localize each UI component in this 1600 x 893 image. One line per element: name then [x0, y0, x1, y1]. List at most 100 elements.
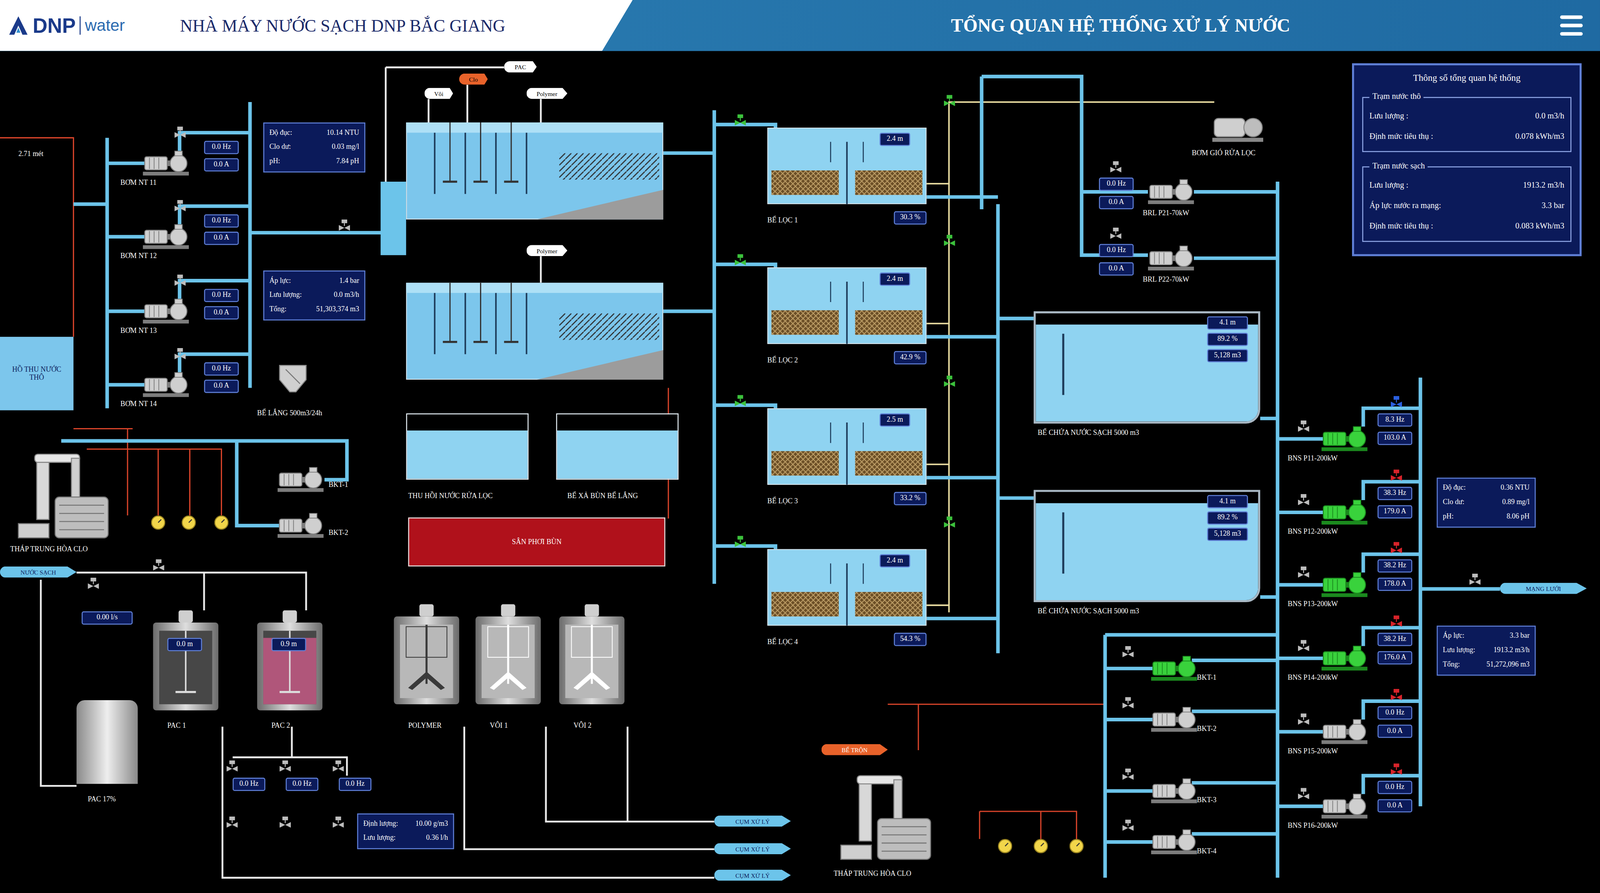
valve-icon[interactable] — [944, 234, 956, 246]
summary-row: Định mức tiêu thụ :0.078 kWh/m3 — [1369, 132, 1564, 141]
readout: 30.3 % — [894, 211, 927, 225]
valve-icon[interactable] — [174, 126, 186, 138]
outlet-tag: CỤM XỬ LÝ — [714, 815, 791, 827]
valve-icon[interactable] — [1390, 615, 1402, 627]
dosing-tag: Polymer — [526, 87, 568, 99]
valve-icon[interactable] — [279, 760, 291, 772]
valve-icon[interactable] — [87, 577, 99, 589]
info-row: Định lượng:10.00 g/m3 — [363, 820, 448, 828]
valve-icon[interactable] — [944, 375, 956, 387]
logo-divider — [80, 16, 82, 35]
pump-icon[interactable] — [1151, 655, 1198, 682]
summary-panel: Thông số tổng quan hệ thốngTrạm nước thô… — [1352, 63, 1582, 256]
raw-water-lake: HỒ THU NƯỚC THÔ — [0, 336, 74, 411]
readout: 0.0 Hz — [232, 777, 266, 791]
pump-icon[interactable] — [1151, 706, 1198, 733]
pac-stock-tank — [76, 700, 138, 784]
valve-icon[interactable] — [174, 200, 186, 212]
valve-icon[interactable] — [1390, 396, 1402, 408]
bkt-name: BKT-3 — [1196, 796, 1217, 804]
info-row: Áp lực:1.4 bar — [269, 277, 359, 285]
info-row: pH:8.06 pH — [1442, 513, 1530, 521]
valve-icon[interactable] — [734, 394, 746, 406]
valve-icon[interactable] — [1298, 639, 1310, 651]
pump-icon[interactable] — [1321, 498, 1369, 526]
info-label: Độ đục: — [1442, 484, 1466, 492]
valve-icon[interactable] — [1390, 469, 1402, 481]
readout: 42.9 % — [894, 351, 927, 365]
info-row: Tổng:51,272,096 m3 — [1442, 661, 1530, 669]
valve-icon[interactable] — [1110, 161, 1122, 173]
pump-icon[interactable] — [277, 466, 325, 493]
readout: 0.0 A — [1377, 798, 1413, 812]
pump-icon[interactable] — [1151, 828, 1198, 855]
readout: 33.2 % — [894, 492, 927, 506]
readout: 0.0 A — [204, 158, 239, 172]
info-label: Lưu lượng: — [363, 834, 396, 842]
chem-tank-name: VÔI 2 — [573, 722, 592, 730]
valve-icon[interactable] — [1122, 819, 1134, 831]
logo-suffix: water — [84, 17, 125, 34]
summary-label: Lưu lượng : — [1369, 181, 1409, 190]
readout: 5,128 m3 — [1207, 348, 1248, 362]
valve-icon[interactable] — [332, 760, 344, 772]
valve-icon[interactable] — [226, 760, 238, 772]
bkt-name: BKT-2 — [328, 529, 348, 537]
readout: 2.4 m — [879, 132, 911, 146]
pump-icon[interactable] — [142, 298, 190, 325]
valve-icon[interactable] — [734, 535, 746, 547]
pump-icon[interactable] — [1148, 244, 1195, 272]
pump-icon[interactable] — [1321, 792, 1369, 820]
valve-icon[interactable] — [332, 816, 344, 828]
info-value: 0.0 m3/h — [333, 292, 359, 300]
valve-icon[interactable] — [1390, 763, 1402, 775]
pump-icon[interactable] — [1321, 425, 1369, 452]
valve-icon[interactable] — [734, 114, 746, 126]
valve-icon[interactable] — [279, 816, 291, 828]
valve-icon[interactable] — [944, 94, 956, 106]
pump-icon[interactable] — [1151, 777, 1198, 804]
filter-name: BỂ LỌC 1 — [767, 217, 798, 225]
valve-icon[interactable] — [1298, 787, 1310, 799]
summary-row: Định mức tiêu thụ :0.083 kWh/m3 — [1369, 222, 1564, 231]
pump-icon[interactable] — [1321, 644, 1369, 672]
pump-icon[interactable] — [1148, 178, 1195, 205]
valve-icon[interactable] — [734, 254, 746, 266]
valve-icon[interactable] — [1298, 494, 1310, 506]
valve-icon[interactable] — [1298, 420, 1310, 432]
valve-icon[interactable] — [338, 219, 350, 231]
valve-icon[interactable] — [1469, 573, 1481, 585]
valve-icon[interactable] — [1298, 566, 1310, 578]
valve-icon[interactable] — [174, 274, 186, 286]
gauge-icon — [151, 515, 166, 530]
valve-icon[interactable] — [226, 816, 238, 828]
pump-icon[interactable] — [1321, 718, 1369, 745]
pump-name: BNS P12-200kW — [1287, 528, 1338, 536]
pump-icon[interactable] — [277, 512, 325, 539]
menu-button[interactable] — [1557, 0, 1600, 52]
menu-icon[interactable] — [1557, 11, 1586, 40]
valve-icon[interactable] — [1390, 688, 1402, 700]
summary-value: 0.078 kWh/m3 — [1515, 132, 1564, 141]
readout: 179.0 A — [1377, 505, 1413, 519]
pump-icon[interactable] — [142, 371, 190, 398]
pump-icon[interactable] — [1321, 571, 1369, 598]
valve-icon[interactable] — [1110, 227, 1122, 239]
bkt-name: BKT-1 — [328, 481, 348, 489]
valve-icon[interactable] — [1122, 696, 1134, 708]
valve-icon[interactable] — [1298, 713, 1310, 725]
valve-icon[interactable] — [174, 348, 186, 360]
pump-icon[interactable] — [142, 223, 190, 250]
mixer-motor — [584, 604, 600, 617]
readout: 4.1 m — [1207, 494, 1248, 508]
info-value: 0.36 NTU — [1500, 484, 1530, 492]
dosing-tag: PAC — [504, 61, 537, 73]
valve-icon[interactable] — [1390, 542, 1402, 554]
valve-icon[interactable] — [1122, 768, 1134, 780]
valve-icon[interactable] — [153, 559, 165, 571]
valve-icon[interactable] — [1122, 646, 1134, 658]
summary-section: Trạm nước sạchLưu lượng :1913.2 m3/hÁp l… — [1362, 166, 1572, 242]
pump-icon[interactable] — [142, 150, 190, 177]
valve-icon[interactable] — [944, 516, 956, 528]
readout: 0.00 l/s — [81, 611, 133, 625]
